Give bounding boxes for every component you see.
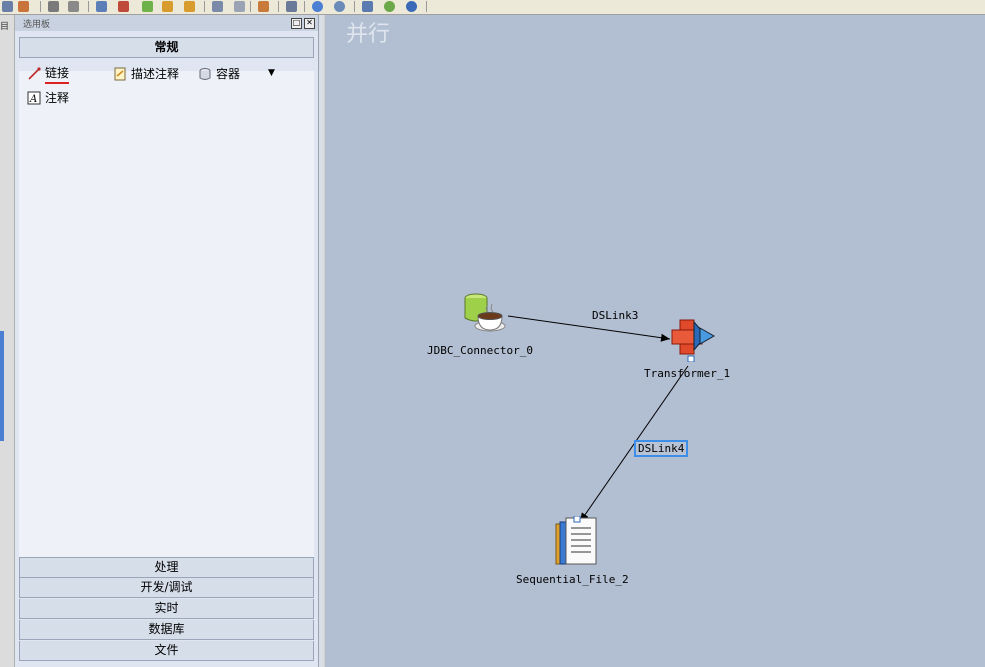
toolbar-icon[interactable] [362,1,373,12]
toolbar-separator [278,1,279,12]
toolbar-icon[interactable] [68,1,79,12]
toolbar-icon[interactable] [2,1,13,12]
drawer-database-header[interactable]: 数据库 [19,620,314,640]
stage-label-sequential-file: Sequential_File_2 [516,573,629,586]
toolbar-icon[interactable] [212,1,223,12]
drawer-dev-debug-header[interactable]: 开发/调试 [19,578,314,598]
drawer-general-body [19,71,314,557]
toolbar-icon[interactable] [162,1,173,12]
link-icon [27,67,41,81]
help-icon[interactable] [406,1,417,12]
toolbar-separator [250,1,251,12]
palette-item-description-annotation[interactable]: 描述注释 [113,65,179,83]
stage-sequential-file[interactable] [554,515,600,566]
palette-item-container[interactable]: 容器 [198,65,240,83]
transformer-icon [671,319,716,363]
palette-item-link[interactable]: 链接 [27,64,70,84]
sequential-file-icon [555,515,597,565]
annotation-icon: A [27,91,41,105]
toolbar-icon[interactable] [184,1,195,12]
drawer-general-header[interactable]: 常规 [19,37,314,58]
palette-title: 选用板 [23,20,51,30]
drawer-file-header[interactable]: 文件 [19,641,314,661]
palette-item-label: 注释 [45,91,70,105]
toolbar-icon[interactable] [18,1,29,12]
stage-jdbc-connector[interactable] [460,292,510,338]
toolbar-separator [426,1,427,12]
toolbar-icon[interactable] [142,1,153,12]
palette-item-annotation[interactable]: A 注释 [27,89,69,107]
panel-splitter[interactable] [319,15,324,667]
restore-icon[interactable]: □ [291,18,302,29]
toolbar-icon[interactable] [286,1,297,12]
toolbar-icon[interactable] [118,1,129,12]
toolbar-icon[interactable] [258,1,269,12]
stage-label-jdbc-connector: JDBC_Connector_0 [427,344,533,357]
palette-panel: 选用板 □ ✕ 常规 链接 描述注释 容器 ▼ A 注释 处理 开发/调试 实时… [15,15,319,667]
palette-item-label: 描述注释 [131,67,180,81]
left-strip-label: 目 [0,22,10,32]
palette-item-label: 链接 [45,64,70,84]
toolbar-separator [304,1,305,12]
toolbar-icon[interactable] [334,1,345,12]
link-label-dslink4[interactable]: DSLink4 [634,440,689,457]
drawer-realtime-header[interactable]: 实时 [19,599,314,619]
jdbc-connector-icon [464,293,506,332]
palette-titlebar: 选用板 □ ✕ [15,15,318,31]
description-annotation-icon [113,67,127,81]
svg-text:A: A [29,94,37,105]
toolbar-separator [354,1,355,12]
stage-transformer[interactable] [670,318,716,363]
drawer-processing-header[interactable]: 处理 [19,557,314,578]
link-label-dslink3[interactable]: DSLink3 [592,309,638,322]
canvas-watermark: 并行 [346,22,391,47]
toolbar-icon[interactable] [234,1,245,12]
chevron-down-icon[interactable]: ▼ [268,68,275,78]
toolbar-separator [204,1,205,12]
palette-item-label: 容器 [216,67,241,81]
toolbar-icon[interactable] [96,1,107,12]
stage-label-transformer: Transformer_1 [644,367,731,380]
toolbar-icon[interactable] [48,1,59,12]
main-toolbar [0,0,985,15]
toolbar-icon[interactable] [384,1,395,12]
toolbar-separator [88,1,89,12]
toolbar-separator [40,1,41,12]
left-side-strip: 目 [0,15,15,667]
toolbar-icon[interactable] [312,1,323,12]
job-canvas[interactable] [325,15,985,667]
close-icon[interactable]: ✕ [304,18,315,29]
left-side-tab[interactable] [0,331,4,441]
container-icon [198,67,212,81]
